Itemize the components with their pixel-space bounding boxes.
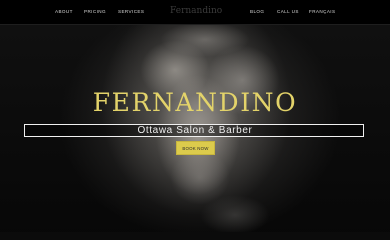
hero-title: FERNANDINO <box>92 88 298 117</box>
top-navigation-bar: ABOUT PRICING SERVICES Fernandino BLOG C… <box>0 0 390 25</box>
hero-background-photo <box>0 0 390 240</box>
book-now-button[interactable]: BOOK NOW <box>176 141 215 155</box>
hero-tagline: Ottawa Salon & Barber <box>137 125 253 136</box>
nav-link-language[interactable]: FRANÇAIS <box>309 9 335 14</box>
shoulder-shadow <box>200 195 270 235</box>
nav-link-about[interactable]: ABOUT <box>55 9 73 14</box>
page: ABOUT PRICING SERVICES Fernandino BLOG C… <box>0 0 390 240</box>
nav-link-pricing[interactable]: PRICING <box>84 9 106 14</box>
nav-link-services[interactable]: SERVICES <box>118 9 144 14</box>
bottom-edge <box>0 232 390 240</box>
header-logo[interactable]: Fernandino <box>170 6 222 16</box>
nav-link-call-us[interactable]: CALL US <box>277 9 299 14</box>
nav-link-blog[interactable]: BLOG <box>250 9 264 14</box>
hair-highlight-top <box>160 22 250 57</box>
